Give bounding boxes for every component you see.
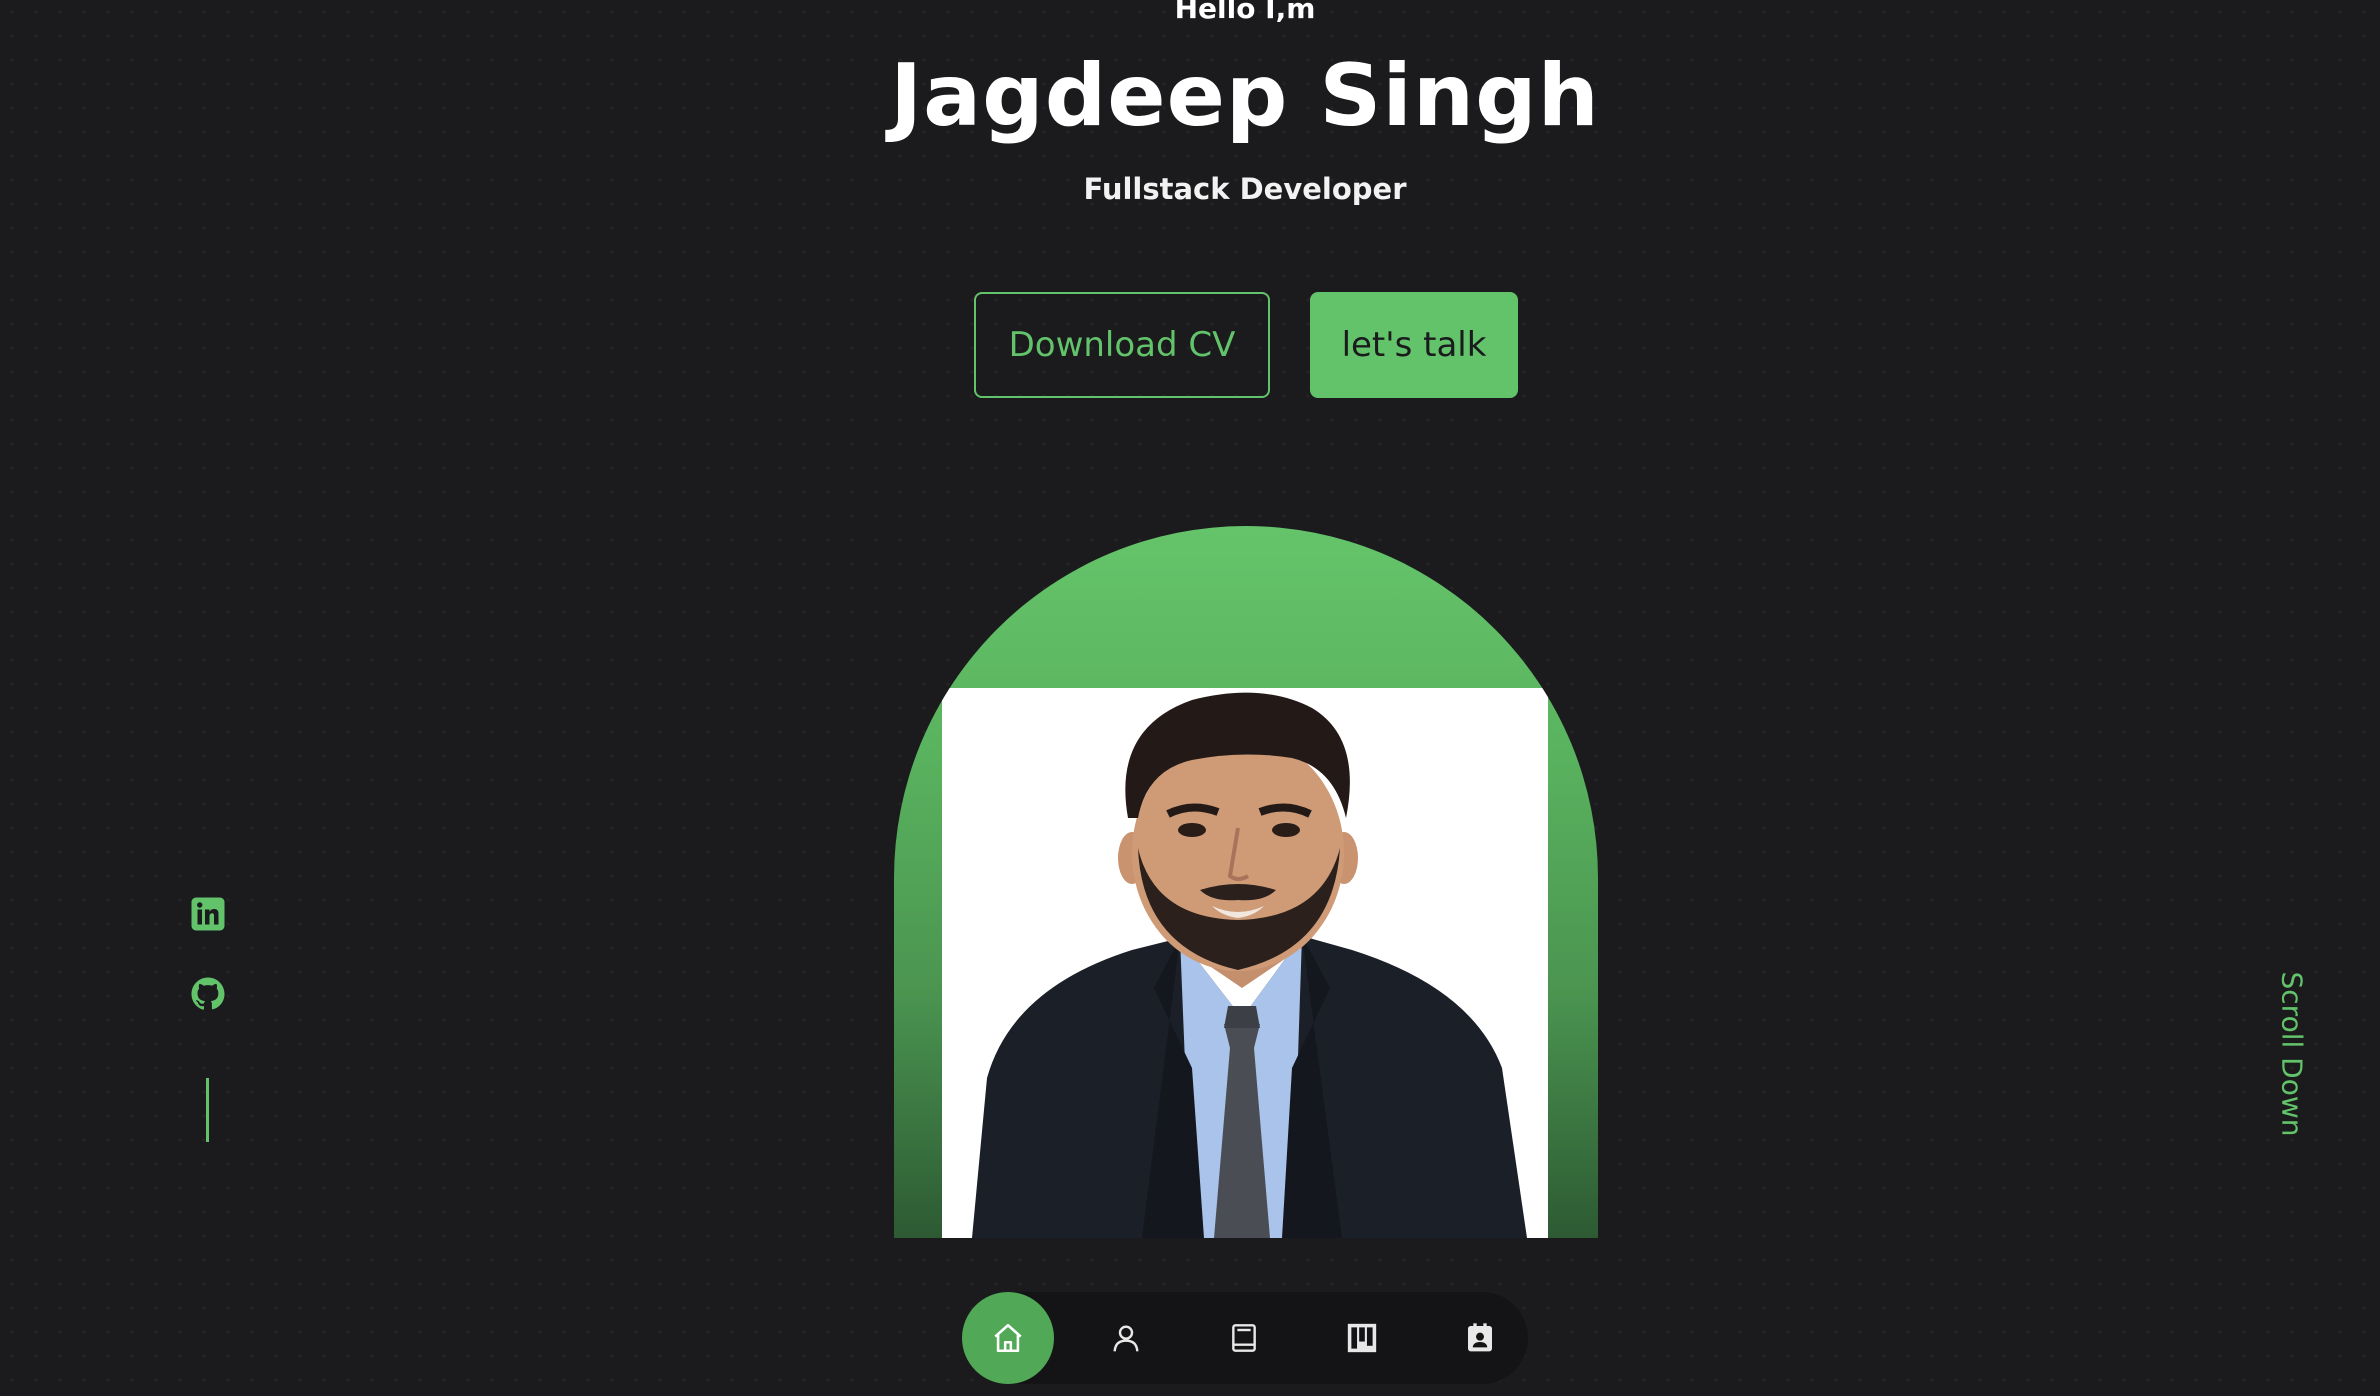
user-icon bbox=[1113, 1325, 1139, 1352]
profile-photo bbox=[942, 688, 1548, 1238]
scroll-down-label: Scroll Down bbox=[2275, 971, 2309, 1137]
portfolio-icon bbox=[1347, 1323, 1377, 1353]
profile-arch bbox=[894, 526, 1598, 1238]
nav-experience-button[interactable] bbox=[1198, 1292, 1290, 1384]
book-icon bbox=[1232, 1324, 1256, 1352]
linkedin-icon[interactable] bbox=[190, 896, 226, 932]
nav-home-button[interactable] bbox=[962, 1292, 1054, 1384]
github-icon[interactable] bbox=[190, 976, 226, 1012]
hero-role: Fullstack Developer bbox=[1083, 172, 1407, 206]
greeting-text: Hello I,m bbox=[1174, 0, 1316, 25]
social-divider-line bbox=[206, 1078, 209, 1142]
hero-name: Jagdeep Singh bbox=[890, 46, 1600, 146]
bottom-navbar bbox=[962, 1292, 1528, 1384]
home-icon bbox=[994, 1323, 1022, 1353]
contact-icon bbox=[1468, 1323, 1492, 1352]
nav-portfolio-button[interactable] bbox=[1316, 1292, 1408, 1384]
download-cv-button[interactable]: Download CV bbox=[974, 292, 1270, 398]
lets-talk-button[interactable]: let's talk bbox=[1310, 292, 1518, 398]
nav-contact-button[interactable] bbox=[1434, 1292, 1526, 1384]
nav-about-button[interactable] bbox=[1080, 1292, 1172, 1384]
